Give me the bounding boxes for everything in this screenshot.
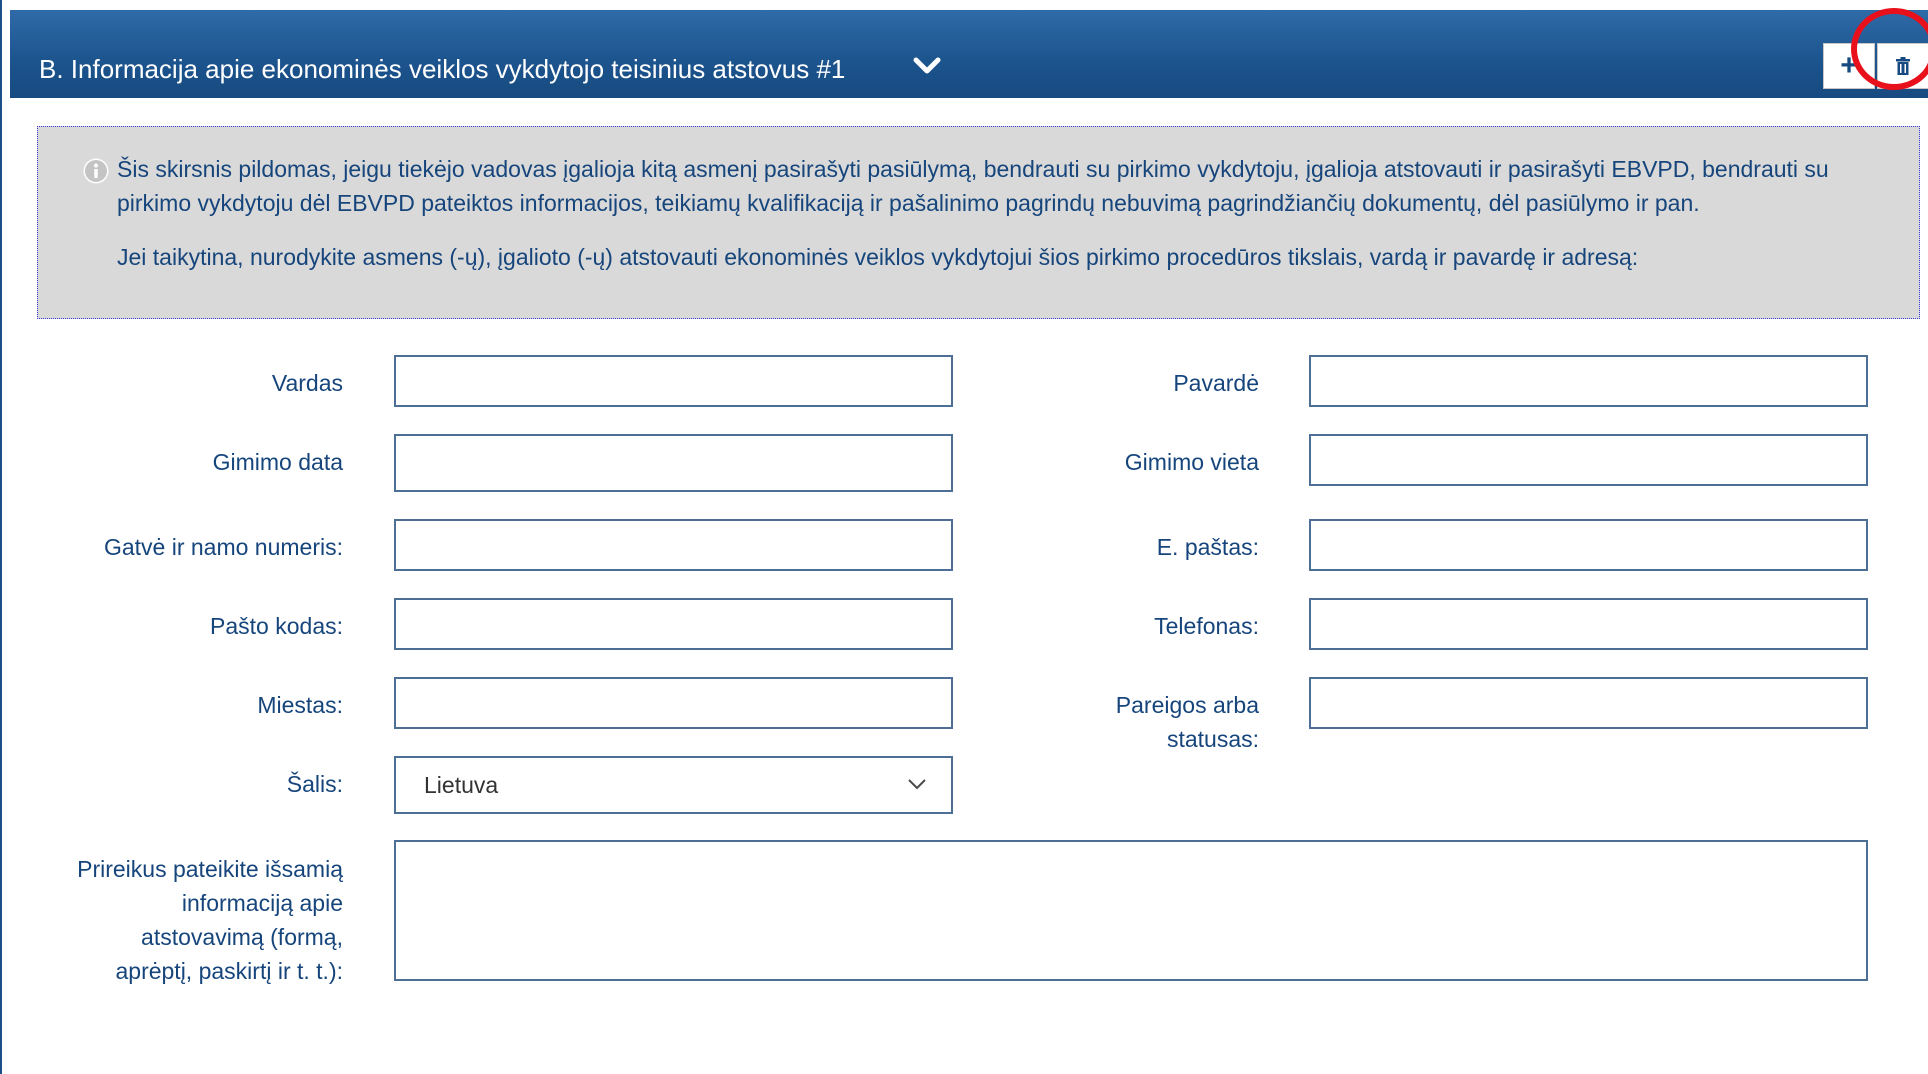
first-name-input[interactable] (394, 355, 953, 407)
city-input[interactable] (394, 677, 953, 729)
phone-input[interactable] (1309, 598, 1868, 650)
postal-code-label: Pašto kodas: (210, 613, 343, 639)
plus-icon: + (1840, 49, 1858, 82)
position-label: Pareigos arba statusas: (1115, 692, 1259, 752)
birth-place-label: Gimimo vieta (1124, 449, 1259, 475)
phone-label: Telefonas: (1154, 613, 1259, 639)
representative-section-panel: B. Informacija apie ekonominės veiklos v… (0, 0, 1928, 1074)
delete-representative-button[interactable] (1877, 43, 1928, 89)
chevron-down-icon[interactable] (913, 56, 941, 76)
info-instruction: Jei taikytina, nurodykite asmens (-ų), į… (117, 244, 1639, 270)
street-input[interactable] (394, 519, 953, 571)
position-input[interactable] (1309, 677, 1868, 729)
birth-date-label: Gimimo data (212, 449, 343, 475)
details-label: Prireikus pateikite išsamią informaciją … (77, 856, 343, 984)
street-label: Gatvė ir namo numeris: (103, 534, 343, 560)
country-selected-value: Lietuva (424, 772, 499, 798)
city-label: Miestas: (257, 692, 343, 718)
postal-code-input[interactable] (394, 598, 953, 650)
first-name-label: Vardas (271, 370, 343, 396)
section-header[interactable]: B. Informacija apie ekonominės veiklos v… (10, 10, 1928, 98)
trash-icon (1896, 57, 1910, 75)
birth-place-input[interactable] (1309, 434, 1868, 486)
last-name-input[interactable] (1309, 355, 1868, 407)
section-title: B. Informacija apie ekonominės veiklos v… (39, 54, 846, 84)
chevron-down-icon (908, 779, 926, 790)
birth-date-input[interactable] (394, 434, 953, 492)
representation-details-textarea[interactable] (394, 840, 1868, 981)
info-paragraph: Šis skirsnis pildomas, jeigu tiekėjo vad… (117, 156, 1829, 216)
email-input[interactable] (1309, 519, 1868, 571)
add-representative-button[interactable]: + (1823, 43, 1875, 89)
info-icon (83, 158, 109, 184)
email-label: E. paštas: (1156, 534, 1259, 560)
country-select[interactable]: Lietuva (394, 756, 953, 814)
country-label: Šalis: (286, 771, 343, 797)
last-name-label: Pavardė (1173, 370, 1259, 396)
